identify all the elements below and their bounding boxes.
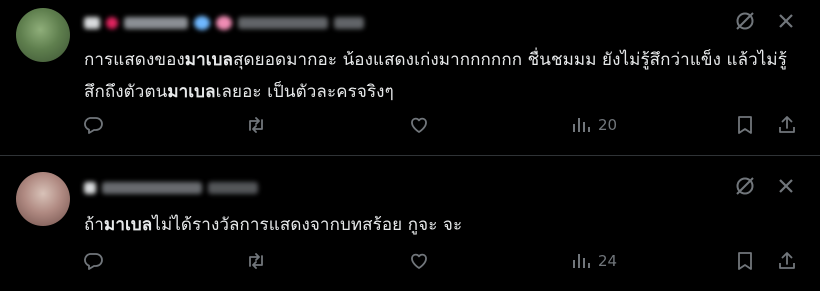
- more-icon[interactable]: [776, 176, 796, 196]
- share-button[interactable]: [776, 250, 798, 272]
- grok-icon[interactable]: [734, 175, 756, 197]
- bookmark-icon: [734, 250, 756, 272]
- like-icon: [408, 114, 430, 136]
- repost-button[interactable]: [245, 114, 267, 136]
- like-button[interactable]: [408, 114, 430, 136]
- reply-icon: [82, 114, 104, 136]
- reply-button[interactable]: [82, 250, 104, 272]
- views-icon: [570, 250, 592, 272]
- reply-icon: [82, 250, 104, 272]
- post-text-part: การแสดงของ: [84, 50, 185, 70]
- post-text-highlight: มาเบล: [104, 215, 153, 235]
- like-button[interactable]: [408, 250, 430, 272]
- views-button[interactable]: 24: [570, 250, 617, 272]
- redacted-name-part: [84, 182, 96, 194]
- redacted-name-part: [84, 17, 100, 29]
- redacted-handle: [238, 17, 328, 29]
- like-icon: [408, 250, 430, 272]
- post-text-highlight: มาเบล: [167, 82, 216, 102]
- repost-icon: [245, 114, 267, 136]
- views-count: 24: [598, 252, 618, 270]
- redacted-emoji: [106, 17, 118, 29]
- redacted-emoji: [194, 16, 210, 30]
- repost-button[interactable]: [245, 250, 267, 272]
- avatar[interactable]: [16, 172, 70, 226]
- redacted-emoji: [216, 16, 232, 30]
- post-actions: 24: [82, 250, 802, 276]
- reply-button[interactable]: [82, 114, 104, 136]
- post-text-part: ไม่ได้รางวัลการแสดงจากบทสร้อย กูจะ จะ: [152, 215, 463, 235]
- post[interactable]: การแสดงของมาเบลสุดยอดมากอะ น้องแสดงเก่งม…: [0, 0, 820, 155]
- bookmark-button[interactable]: [734, 250, 756, 272]
- post[interactable]: ถ้ามาเบลไม่ได้รางวัลการแสดงจากบทสร้อย กู…: [0, 158, 820, 291]
- redacted-handle: [102, 182, 202, 194]
- post-text-highlight: มาเบล: [184, 50, 234, 70]
- post-text-part: เลยอะ เป็นตัวละครจริงๆ: [215, 82, 394, 102]
- more-icon[interactable]: [776, 11, 796, 31]
- views-button[interactable]: 20: [570, 114, 617, 136]
- post-text-part: ถ้า: [84, 215, 105, 235]
- views-count: 20: [598, 116, 618, 134]
- views-icon: [570, 114, 592, 136]
- post-divider: [0, 155, 820, 156]
- redacted-timestamp: [334, 17, 364, 29]
- post-text: การแสดงของมาเบลสุดยอดมากอะ น้องแสดงเก่งม…: [84, 44, 800, 108]
- bookmark-icon: [734, 114, 756, 136]
- share-icon: [776, 250, 798, 272]
- grok-icon[interactable]: [734, 10, 756, 32]
- post-header-redacted: [84, 177, 258, 199]
- post-actions: 20: [82, 114, 802, 140]
- avatar[interactable]: [16, 8, 70, 62]
- bookmark-button[interactable]: [734, 114, 756, 136]
- redacted-display-name: [124, 17, 188, 29]
- redacted-timestamp: [208, 182, 258, 194]
- repost-icon: [245, 250, 267, 272]
- share-button[interactable]: [776, 114, 798, 136]
- share-icon: [776, 114, 798, 136]
- post-text: ถ้ามาเบลไม่ได้รางวัลการแสดงจากบทสร้อย กู…: [84, 209, 800, 241]
- post-header-redacted: [84, 12, 364, 34]
